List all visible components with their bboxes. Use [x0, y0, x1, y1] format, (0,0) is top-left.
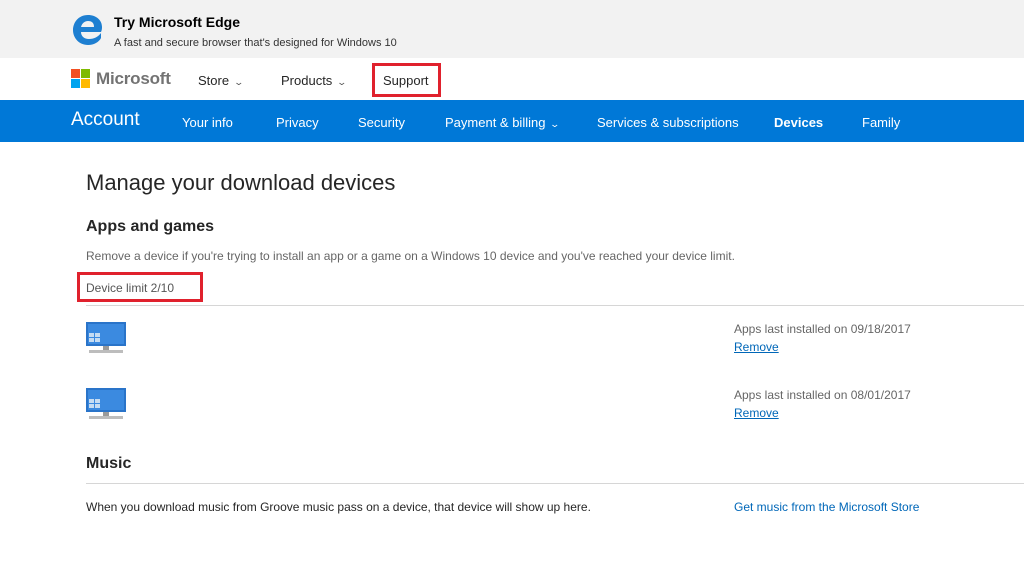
desktop-pc-icon: [86, 388, 126, 419]
divider: [86, 483, 1024, 484]
account-nav-your-info[interactable]: Your info: [182, 115, 233, 130]
device-1-remove-link[interactable]: Remove: [734, 340, 779, 354]
account-nav-security[interactable]: Security: [358, 115, 405, 130]
music-heading: Music: [86, 455, 132, 472]
nav-store-label: Store: [198, 73, 230, 88]
account-nav-privacy[interactable]: Privacy: [276, 115, 319, 130]
chevron-down-icon: ⌄: [233, 77, 245, 87]
edge-promo-banner[interactable]: Try Microsoft Edge A fast and secure bro…: [0, 0, 1024, 58]
account-nav-devices[interactable]: Devices: [774, 115, 823, 130]
desktop-pc-icon: [86, 322, 126, 353]
music-description: When you download music from Groove musi…: [86, 500, 591, 514]
nav-products-label: Products: [281, 73, 333, 88]
nav-products[interactable]: Products ⌄: [281, 73, 348, 88]
microsoft-logo-icon[interactable]: [71, 69, 91, 89]
account-nav-bar: Account Your info Privacy Security Payme…: [0, 100, 1024, 142]
account-nav-family[interactable]: Family: [862, 115, 900, 130]
device-2-remove-link[interactable]: Remove: [734, 406, 779, 420]
chevron-down-icon: ⌄: [549, 119, 561, 129]
chevron-down-icon: ⌄: [336, 77, 348, 87]
get-music-store-link[interactable]: Get music from the Microsoft Store: [734, 500, 919, 514]
nav-store[interactable]: Store ⌄: [198, 73, 245, 88]
account-nav-services[interactable]: Services & subscriptions: [597, 115, 739, 130]
microsoft-header: Microsoft Store ⌄ Products ⌄ Support: [0, 58, 1024, 100]
apps-description: Remove a device if you're trying to inst…: [86, 249, 735, 263]
device-2-last-installed: Apps last installed on 08/01/2017: [734, 388, 911, 402]
apps-games-heading: Apps and games: [86, 218, 215, 235]
edge-logo-icon: [73, 15, 102, 45]
page-title: Manage your download devices: [86, 170, 396, 195]
nav-support[interactable]: Support: [383, 73, 429, 88]
device-limit: Device limit 2/10: [86, 281, 175, 295]
divider: [86, 305, 1024, 306]
payment-billing-label: Payment & billing: [445, 115, 546, 130]
account-nav-payment-billing[interactable]: Payment & billing ⌄: [445, 115, 561, 130]
promo-subtitle: A fast and secure browser that's designe…: [114, 37, 397, 49]
microsoft-wordmark[interactable]: Microsoft: [96, 69, 171, 89]
promo-title[interactable]: Try Microsoft Edge: [114, 14, 240, 30]
account-title[interactable]: Account: [71, 109, 140, 131]
device-1-last-installed: Apps last installed on 09/18/2017: [734, 322, 911, 336]
